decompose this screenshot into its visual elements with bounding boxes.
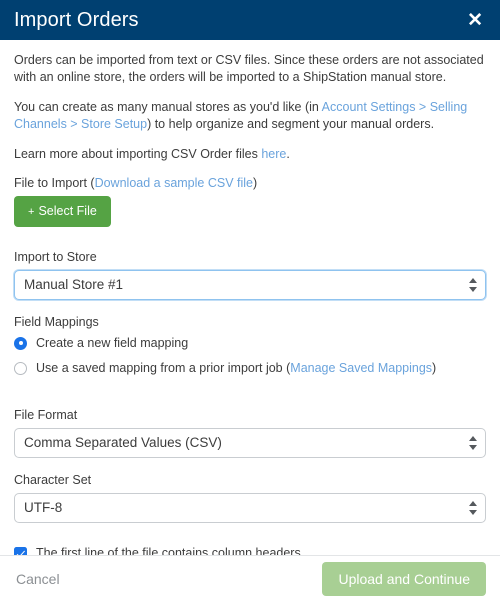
header-row-checkbox-row[interactable]: The first line of the file contains colu… <box>14 545 486 555</box>
file-format-label: File Format <box>14 408 78 422</box>
radio-create-new-mapping[interactable] <box>14 336 27 350</box>
file-to-import-label: File to Import (Download a sample CSV fi… <box>14 175 486 191</box>
page-title: Import Orders <box>14 9 139 31</box>
import-to-store-select-wrap: Manual Store #1 <box>14 270 486 300</box>
dialog-body: Orders can be imported from text or CSV … <box>0 40 500 555</box>
first-line-headers-checkbox[interactable] <box>14 546 27 555</box>
intro-p3-text-after: . <box>286 147 290 161</box>
plus-icon: + <box>28 206 35 218</box>
upload-and-continue-button[interactable]: Upload and Continue <box>322 562 486 596</box>
intro-paragraph-3: Learn more about importing CSV Order fil… <box>14 146 486 163</box>
import-orders-dialog: Import Orders ✕ Orders can be imported f… <box>0 0 500 602</box>
intro-p2-text-after: ) to help organize and segment your manu… <box>147 117 435 131</box>
dialog-footer: Cancel Upload and Continue <box>0 555 500 602</box>
dialog-header: Import Orders ✕ <box>0 0 500 40</box>
radio-row-use-saved-mapping[interactable]: Use a saved mapping from a prior import … <box>14 360 486 376</box>
intro-p2-text-before: You can create as many manual stores as … <box>14 100 322 114</box>
radio-use-saved-mapping-label[interactable]: Use a saved mapping from a prior import … <box>36 360 436 376</box>
first-line-headers-label[interactable]: The first line of the file contains colu… <box>36 545 301 555</box>
intro-p3-text-before: Learn more about importing CSV Order fil… <box>14 147 262 161</box>
select-file-button-label: Select File <box>38 204 97 218</box>
select-file-button[interactable]: + Select File <box>14 196 111 227</box>
file-to-import-text-after: ) <box>253 176 258 190</box>
close-icon[interactable]: ✕ <box>464 9 486 32</box>
import-to-store-select[interactable]: Manual Store #1 <box>14 270 486 300</box>
radio-row-create-new-mapping[interactable]: Create a new field mapping <box>14 335 486 351</box>
file-format-select-wrap: Comma Separated Values (CSV) <box>14 428 486 458</box>
radio-create-new-mapping-label[interactable]: Create a new field mapping <box>36 335 188 351</box>
character-set-select[interactable]: UTF-8 <box>14 493 486 523</box>
download-sample-csv-link[interactable]: Download a sample CSV file <box>95 176 253 190</box>
learn-more-here-link[interactable]: here <box>261 147 286 161</box>
manage-saved-mappings-link[interactable]: Manage Saved Mappings <box>290 361 432 375</box>
character-set-label: Character Set <box>14 473 92 487</box>
radio-use-saved-mapping[interactable] <box>14 361 27 375</box>
character-set-select-wrap: UTF-8 <box>14 493 486 523</box>
file-to-import-text-before: File to Import ( <box>14 176 95 190</box>
intro-paragraph-1: Orders can be imported from text or CSV … <box>14 53 484 84</box>
cancel-button[interactable]: Cancel <box>14 565 62 593</box>
intro-paragraph-2: You can create as many manual stores as … <box>14 99 486 133</box>
import-to-store-label: Import to Store <box>14 250 97 264</box>
saved-mapping-text-before: Use a saved mapping from a prior import … <box>36 361 291 375</box>
saved-mapping-text-after: ) <box>432 361 437 375</box>
field-mappings-label: Field Mappings <box>14 315 99 329</box>
file-format-select[interactable]: Comma Separated Values (CSV) <box>14 428 486 458</box>
